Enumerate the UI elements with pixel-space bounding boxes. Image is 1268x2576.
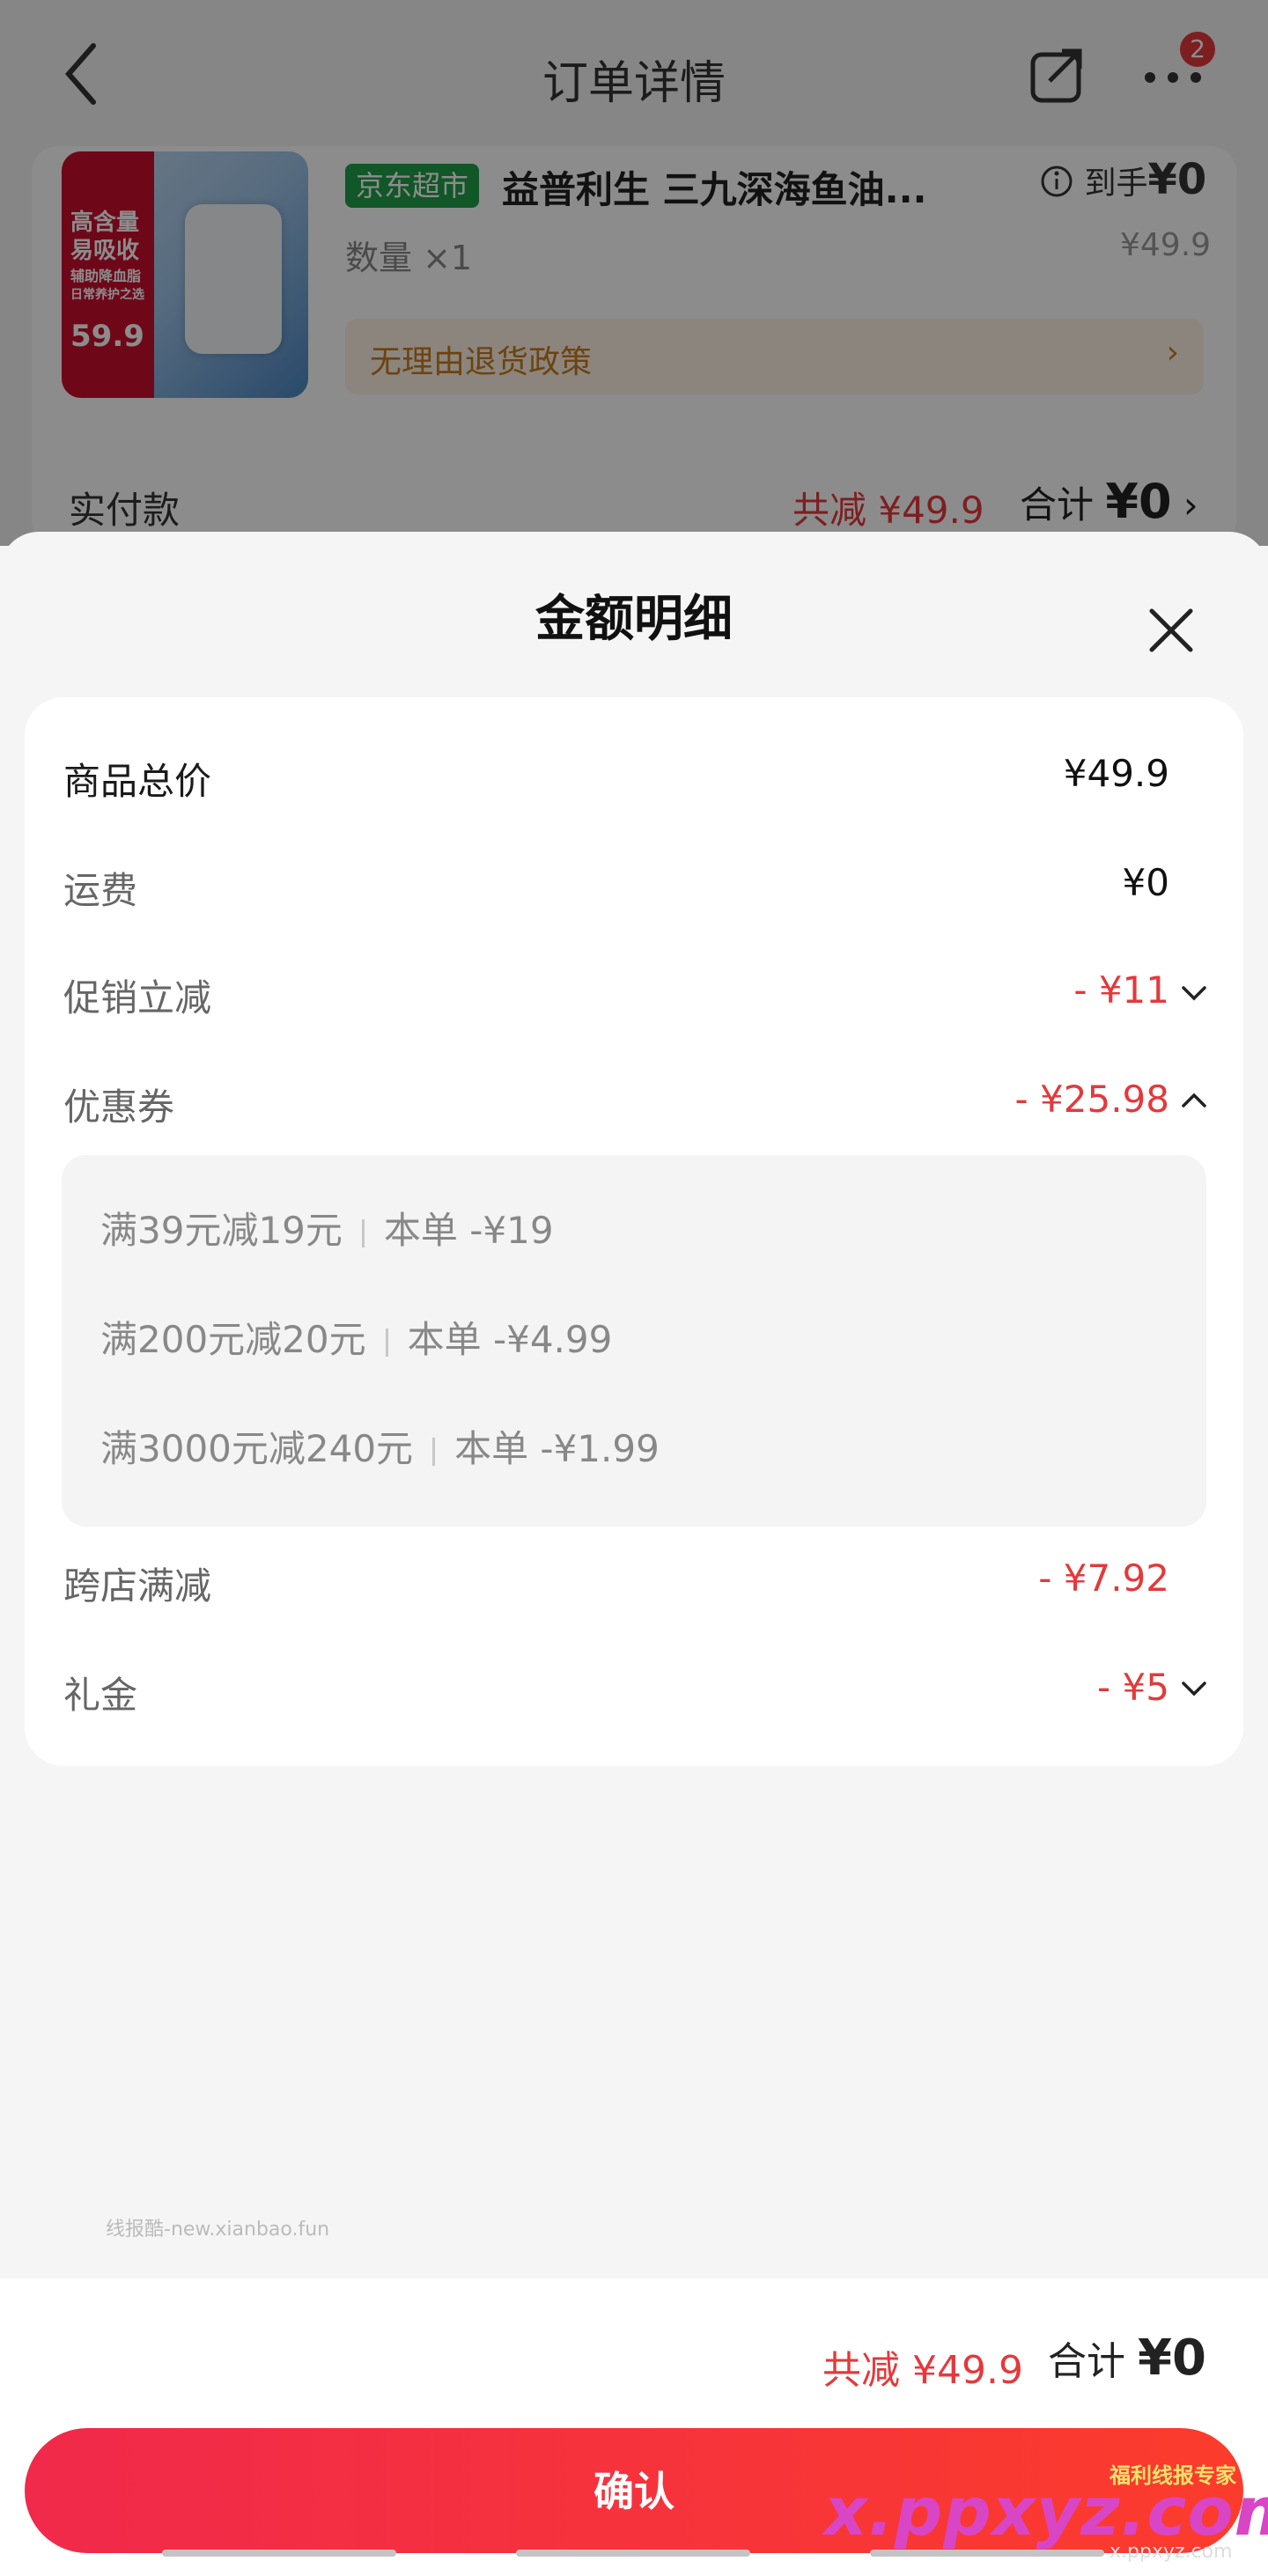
coupon-detail: 本单 -¥4.99	[407, 1318, 613, 1361]
row-value-cross-store: - ¥7.92	[1038, 1557, 1169, 1600]
separator	[385, 1328, 388, 1357]
coupon-rule: 满39元减19元	[100, 1209, 343, 1252]
close-icon[interactable]	[1143, 602, 1199, 659]
row-value-goods-total: ¥49.9	[1063, 752, 1169, 795]
row-label-cross-store: 跨店满减	[63, 1564, 212, 1608]
nav-gesture-bar	[870, 2550, 1104, 2557]
coupon-rule: 满200元减20元	[100, 1318, 366, 1361]
row-value-shipping: ¥0	[1122, 861, 1169, 904]
coupon-line: 满39元减19元 本单 -¥19	[100, 1201, 554, 1255]
bottom-reduce: 共减 ¥49.9	[822, 2348, 1023, 2393]
watermark-slogan: 福利线报专家	[1110, 2463, 1236, 2488]
coupon-breakdown: 满39元减19元 本单 -¥19 满200元减20元 本单 -¥4.99 满3000…	[62, 1155, 1206, 1527]
row-label-promotion: 促销立减	[63, 976, 212, 1019]
coupon-detail: 本单 -¥19	[383, 1209, 554, 1252]
coupon-detail: 本单 -¥1.99	[454, 1427, 660, 1470]
watermark-text: 线报酷-new.xianbao.fun	[106, 2219, 330, 2241]
row-value-gift-money[interactable]: - ¥5	[1097, 1666, 1169, 1709]
row-label-shipping: 运费	[63, 869, 138, 912]
nav-gesture-bar	[516, 2550, 750, 2557]
order-detail-background: 订单详情 2 高含量 易吸收 辅助降血脂 日常养护之选 59.9 京东超市 益普…	[0, 0, 1268, 546]
coupon-line: 满3000元减240元 本单 -¥1.99	[100, 1419, 660, 1473]
amount-detail-sheet: 金额明细 商品总价 ¥49.9 运费 ¥0 促销立减 - ¥11 优惠券 - ¥…	[0, 532, 1268, 2576]
row-value-promotion[interactable]: - ¥11	[1073, 968, 1169, 1012]
coupon-line: 满200元减20元 本单 -¥4.99	[100, 1310, 612, 1364]
chevron-down-icon[interactable]	[1180, 979, 1208, 1007]
separator	[432, 1437, 436, 1466]
bottom-total-value: ¥0	[1138, 2329, 1206, 2387]
chevron-up-icon[interactable]	[1180, 1086, 1208, 1115]
row-label-gift-money: 礼金	[63, 1674, 138, 1717]
sheet-title: 金额明细	[535, 591, 733, 648]
coupon-rule: 满3000元减240元	[100, 1427, 414, 1470]
separator	[361, 1218, 365, 1248]
row-value-coupon[interactable]: - ¥25.98	[1015, 1078, 1169, 1121]
row-label-coupon: 优惠券	[63, 1086, 175, 1129]
dim-overlay[interactable]	[0, 0, 1268, 546]
bottom-total: 合计 ¥0	[1048, 2329, 1206, 2387]
row-label-goods-total: 商品总价	[63, 760, 212, 803]
watermark-url: x.ppxyz.com	[1110, 2541, 1233, 2563]
bottom-total-label: 合计	[1048, 2339, 1125, 2384]
chevron-down-icon[interactable]	[1180, 1674, 1208, 1703]
nav-gesture-bar	[162, 2550, 396, 2557]
